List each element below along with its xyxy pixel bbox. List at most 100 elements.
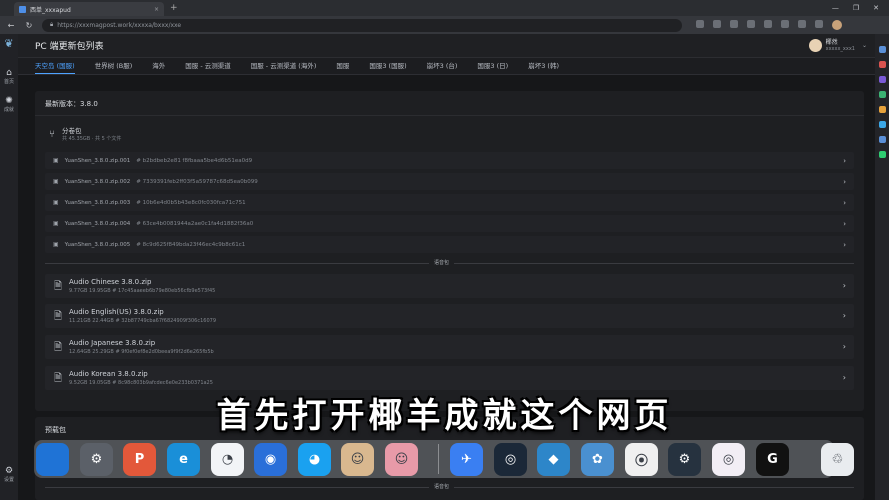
close-window-icon[interactable]: ✕ [873, 4, 879, 12]
page-title: PC 端更新包列表 [35, 42, 104, 52]
video-subtitle: 首先打开椰羊成就这个网页 [216, 396, 673, 436]
extension-icon[interactable] [815, 20, 823, 28]
extension-icon[interactable] [713, 20, 721, 28]
tab-server[interactable]: 天空岛 (国服) [35, 60, 75, 74]
tab-server[interactable]: 国服3 (日) [477, 60, 508, 74]
user-menu[interactable]: 椰然 xxxxx_xxx1 ⌄ [808, 39, 875, 52]
wps-office-app-icon[interactable]: P [123, 443, 156, 476]
tab-server[interactable]: 国服 [336, 60, 349, 74]
chevron-right-icon: › [843, 240, 846, 249]
genshin-1-app-icon[interactable]: ☺ [341, 443, 374, 476]
extension-icon[interactable] [747, 20, 755, 28]
sidebar-item-settings[interactable]: ⚙ 设置 [0, 466, 18, 483]
sidebar-item-label: 设置 [3, 477, 14, 483]
edge-app-icon[interactable]: e [167, 443, 200, 476]
file-meta: 9.52GB 19.05GB # 8c98c803b9afcdec6e0e233… [69, 380, 213, 386]
sidebar-app-icon[interactable] [878, 151, 886, 158]
tab-server[interactable]: 国服 - 云测渠道 [185, 60, 230, 74]
package-icon: ▣ [53, 178, 59, 185]
sidebar-app-icon[interactable] [878, 136, 886, 143]
back-icon[interactable]: ← [6, 21, 16, 30]
sidebar-app-icon[interactable] [878, 76, 886, 83]
volume-row[interactable]: ▣ YuanShen_3.8.0.zip.004 # 63ce4b0081944… [45, 215, 854, 232]
finder-app-icon[interactable] [36, 443, 69, 476]
divider-label: 语音包 [429, 483, 455, 490]
file-hash: # 7339391feb2ff03f5a59787c68d5ea0b099 [136, 178, 258, 185]
steam-app-icon[interactable]: ◎ [494, 443, 527, 476]
sidebar-app-icon[interactable] [878, 46, 886, 53]
dock-divider [438, 444, 439, 474]
osu-app-app-icon[interactable]: ◎ [712, 443, 745, 476]
file-name: YuanShen_3.8.0.zip.004 [64, 220, 131, 227]
extension-icon[interactable] [764, 20, 772, 28]
user-id: xxxxx_xxx1 [825, 46, 855, 52]
url-field[interactable]: 🔒︎ https://xxxmagpost.work/xxxxa/bxxx/xx… [42, 18, 682, 32]
file-hash: # 63ce4b0081944a2ae0c1fa4d1882f36a0 [136, 220, 254, 227]
genshin-2-app-icon[interactable]: ☺ [385, 443, 418, 476]
extension-icon[interactable] [730, 20, 738, 28]
file-name: YuanShen_3.8.0.zip.003 [64, 199, 131, 206]
tab-close-icon[interactable]: × [154, 6, 159, 13]
fly-app-app-icon[interactable]: ⦿ [625, 443, 658, 476]
chevron-right-icon: › [842, 373, 846, 382]
chevron-right-icon: › [843, 198, 846, 207]
maximize-icon[interactable]: ❐ [853, 4, 859, 12]
tab-server[interactable]: 崩坏3 (台) [427, 60, 458, 74]
sidebar-app-icon[interactable] [878, 121, 886, 128]
audio-row[interactable]: 🗎︎ Audio Chinese 3.8.0.zip 9.77GB 19.95G… [45, 274, 854, 298]
g-app-app-icon[interactable]: G [756, 443, 789, 476]
cloud-drive-app-icon[interactable]: ◔ [211, 443, 244, 476]
sidebar-app-icon[interactable] [878, 106, 886, 113]
file-hash: # b2bdbeb2e81 f8fbaaa5be4d6b51ea0d9 [136, 157, 253, 164]
settings-icon: ⚙ [4, 466, 14, 476]
audio-row[interactable]: 🗎︎ Audio English(US) 3.8.0.zip 11.21GB 2… [45, 304, 854, 328]
code-editor-app-icon[interactable]: ◆ [537, 443, 570, 476]
extension-icon[interactable] [798, 20, 806, 28]
system-settings-app-icon[interactable]: ⚙ [80, 443, 113, 476]
browser-tab[interactable]: 西单_xxxapud × [14, 2, 164, 16]
volume-row[interactable]: ▣ YuanShen_3.8.0.zip.003 # 10b6e4d0b5b43… [45, 194, 854, 211]
sidebar-item-home[interactable]: ⌂ 首页 [0, 68, 18, 85]
cheat-engine-app-icon[interactable]: ⚙ [668, 443, 701, 476]
screenshot-app-icon[interactable]: ◉ [254, 443, 287, 476]
volume-row[interactable]: ▣ YuanShen_3.8.0.zip.005 # 8c9d625f849bd… [45, 236, 854, 253]
audio-row[interactable]: 🗎︎ Audio Korean 3.8.0.zip 9.52GB 19.05GB… [45, 366, 854, 390]
tab-server[interactable]: 国服3 (国服) [369, 60, 406, 74]
branch-icon: ⑂ [49, 129, 55, 140]
file-name: YuanShen_3.8.0.zip.005 [64, 241, 131, 248]
gear-app-app-icon[interactable]: ✿ [581, 443, 614, 476]
file-zip-icon: 🗎︎ [54, 373, 63, 384]
feishu-app-icon[interactable]: ✈ [450, 443, 483, 476]
qq-app-icon[interactable]: ◕ [298, 443, 331, 476]
file-meta: 12.64GB 25.29GB # 9f0ef0ef8e2d0beea9f9f2… [69, 349, 214, 355]
sidebar-item-label: 首页 [3, 79, 14, 85]
extension-icon[interactable] [781, 20, 789, 28]
app-logo-icon[interactable]: ❦ [1, 38, 17, 50]
tab-server[interactable]: 崩坏3 (韩) [528, 60, 559, 74]
reload-icon[interactable]: ↻ [24, 21, 34, 30]
volume-group-header: ⑂ 分卷包 共 45.35GB · 共 5 个文件 [49, 127, 121, 142]
new-tab-icon[interactable]: + [170, 3, 178, 13]
lock-icon: 🔒︎ [50, 21, 54, 28]
sidebar-item-achievement[interactable]: ✺ 成就 [0, 96, 18, 113]
window-controls: — ❐ ✕ [832, 4, 889, 12]
trash-app-icon[interactable]: ♲ [821, 443, 854, 476]
sidebar-app-icon[interactable] [878, 61, 886, 68]
server-tabs: 天空岛 (国服) 世界树 (B服) 海外 国服 - 云测渠道 国服 - 云测渠道… [18, 58, 875, 75]
volume-row[interactable]: ▣ YuanShen_3.8.0.zip.001 # b2bdbeb2e81 f… [45, 152, 854, 169]
file-hash: # 8c9d625f849bda23f46ec4c9b8c61c1 [136, 241, 246, 248]
extension-icon[interactable] [696, 20, 704, 28]
profile-avatar[interactable] [832, 20, 842, 30]
tab-server[interactable]: 海外 [152, 60, 165, 74]
audio-row[interactable]: 🗎︎ Audio Japanese 3.8.0.zip 12.64GB 25.2… [45, 335, 854, 359]
sidebar-app-icon[interactable] [878, 91, 886, 98]
favicon-icon [19, 5, 26, 13]
app-header: PC 端更新包列表 椰然 xxxxx_xxx1 ⌄ [18, 34, 875, 58]
file-zip-icon: 🗎︎ [54, 281, 63, 292]
tab-server[interactable]: 国服 - 云测渠道 (海外) [251, 60, 317, 74]
tab-server[interactable]: 世界树 (B服) [95, 60, 133, 74]
volume-row[interactable]: ▣ YuanShen_3.8.0.zip.002 # 7339391feb2ff… [45, 173, 854, 190]
user-name: 椰然 [825, 39, 838, 46]
minimize-icon[interactable]: — [832, 4, 839, 12]
extension-icons [696, 20, 842, 30]
